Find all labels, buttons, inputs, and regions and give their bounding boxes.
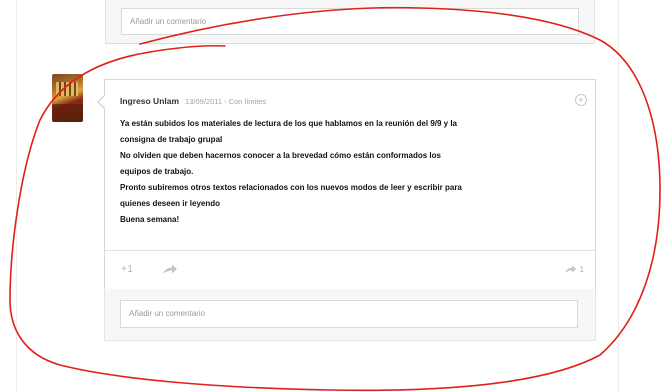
post-body-line: Buena semana!: [120, 215, 180, 224]
post-header: Ingreso Unlam 13/09/2011 - Con límites: [120, 96, 266, 106]
reshare-arrow-icon: [564, 265, 576, 274]
post-body-line: consigna de trabajo grupal: [120, 135, 223, 144]
post-body: Ya están subidos los materiales de lectu…: [120, 116, 582, 228]
previous-post-comment-input[interactable]: Añadir un comentario: [121, 8, 579, 35]
post-body-line: Ya están subidos los materiales de lectu…: [120, 119, 458, 128]
comment-input[interactable]: Añadir un comentario: [120, 300, 578, 328]
author-avatar[interactable]: [52, 74, 83, 122]
post-action-bar: +1 1: [105, 251, 595, 289]
previous-post-comment-area: Añadir un comentario: [105, 0, 595, 44]
share-arrow-icon[interactable]: [162, 263, 178, 275]
plus-one-button[interactable]: +1: [121, 264, 133, 275]
post-comment-area: Añadir un comentario: [104, 289, 596, 341]
author-name[interactable]: Ingreso Unlam: [120, 96, 179, 106]
post-body-line: No olviden que deben hacernos conocer a …: [120, 151, 441, 160]
circle-plus-icon[interactable]: +: [575, 94, 587, 106]
reshare-count-value: 1: [579, 264, 584, 274]
card-pointer-inner: [99, 95, 106, 109]
stream-guide-right: [618, 0, 619, 392]
stream-guide-left: [16, 0, 17, 392]
post-card: Ingreso Unlam 13/09/2011 - Con límites + …: [97, 79, 596, 289]
post-meta[interactable]: 13/09/2011 - Con límites: [185, 97, 266, 106]
reshare-count[interactable]: 1: [564, 263, 584, 275]
post-body-line: Pronto subiremos otros textos relacionad…: [120, 183, 462, 192]
post-body-line: equipos de trabajo.: [120, 167, 194, 176]
stream-page: Añadir un comentario Ingreso Unlam 13/09/…: [0, 0, 665, 392]
post-body-line: quienes deseen ir leyendo: [120, 199, 221, 208]
